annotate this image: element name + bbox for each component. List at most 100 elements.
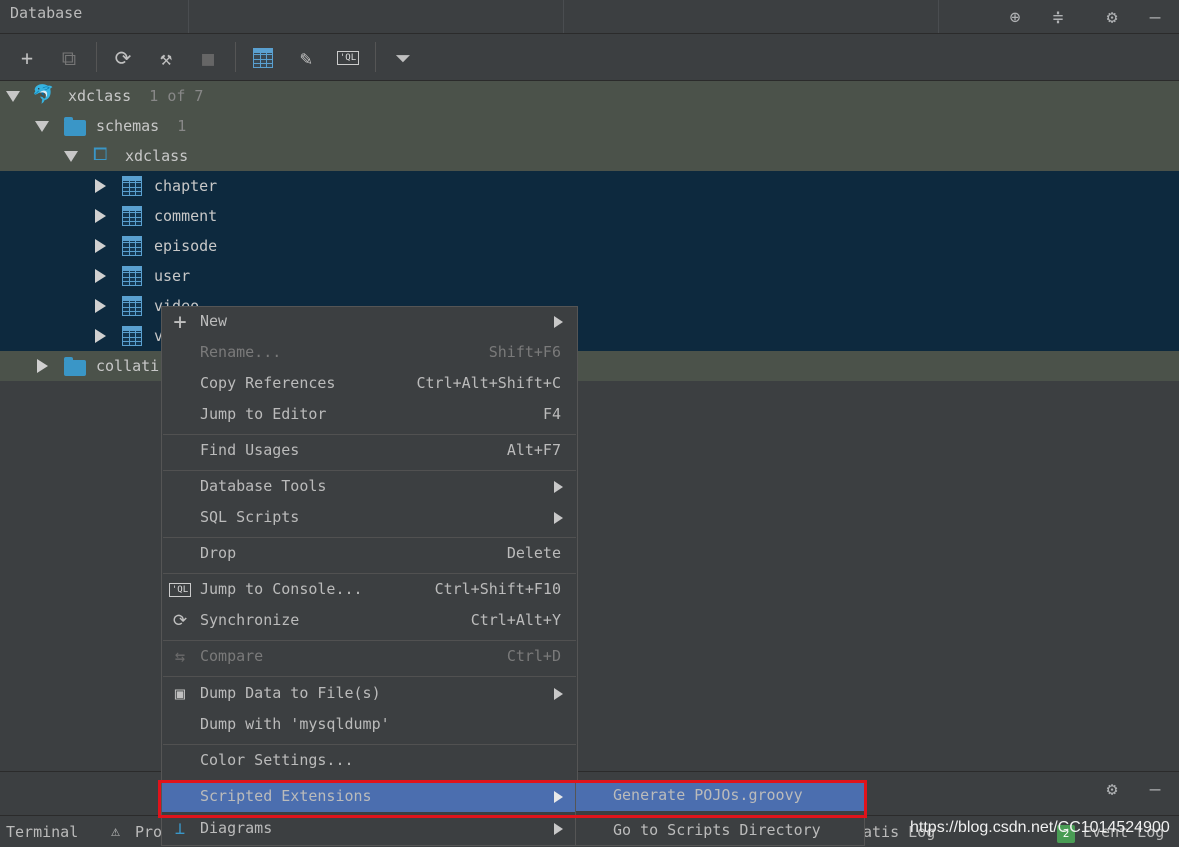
menu-item-new[interactable]: + New (162, 307, 577, 337)
collapse-arrow-icon[interactable] (95, 329, 106, 343)
menu-item-copy-references[interactable]: Copy References Ctrl+Alt+Shift+C (162, 369, 577, 399)
menu-item-rename[interactable]: Rename... Shift+F6 (162, 338, 577, 368)
refresh-icon: ⟳ (172, 611, 188, 631)
menu-shortcut: F4 (542, 405, 561, 423)
menu-item-color-settings[interactable]: Color Settings... (162, 746, 577, 776)
menu-item-jump-to-console[interactable]: 'QL Jump to Console... Ctrl+Shift+F10 (162, 575, 577, 605)
schemas-count: 1 (177, 117, 187, 135)
menu-label: Jump to Editor (200, 405, 327, 423)
refresh-icon[interactable]: ⟳ (110, 45, 136, 71)
table-editor-icon[interactable] (250, 45, 276, 71)
collapse-arrow-icon[interactable] (95, 179, 106, 193)
tree-node-table[interactable]: user (0, 261, 1179, 291)
menu-item-dump-mysqldump[interactable]: Dump with 'mysqldump' (162, 710, 577, 740)
tree-node-schema-xdclass[interactable]: ⧠ xdclass (0, 141, 1179, 171)
warning-icon: ⚠ (111, 822, 121, 840)
menu-label: SQL Scripts (200, 508, 300, 526)
toolbar-divider (96, 42, 97, 72)
watermark-text: https://blog.csdn.net/CC1014524900 (910, 819, 1170, 836)
menu-shortcut: Ctrl+D (506, 647, 561, 665)
locate-icon[interactable]: ⊕ (1004, 6, 1026, 28)
menu-separator (163, 537, 576, 538)
annotation-highlight-box (158, 780, 867, 818)
menu-label: Copy References (200, 374, 336, 392)
collapse-arrow-icon[interactable] (95, 269, 106, 283)
table-icon (122, 296, 142, 316)
menu-label: Rename... (200, 343, 282, 361)
add-icon[interactable]: + (14, 45, 40, 71)
menu-item-diagrams[interactable]: ⊥ Diagrams (162, 814, 577, 844)
menu-item-find-usages[interactable]: Find Usages Alt+F7 (162, 436, 577, 466)
problems-tab[interactable]: Pro (135, 823, 162, 841)
tree-node-datasource[interactable]: 🐬 xdclass 1 of 7 (0, 81, 1179, 111)
menu-label: Dump Data to File(s) (200, 684, 381, 702)
table-icon (122, 236, 142, 256)
table-icon (122, 176, 142, 196)
tree-node-table[interactable]: episode (0, 231, 1179, 261)
submenu-arrow-icon (554, 481, 563, 493)
data-source-properties-icon[interactable]: ⚒ (153, 45, 179, 71)
filter-icon[interactable]: ⏷ (390, 45, 416, 71)
mysql-dolphin-icon: 🐬 (32, 84, 55, 105)
diagram-icon: ⊥ (174, 819, 186, 839)
database-panel-header: Database ⊕ ≑ ⚙ — (0, 0, 1179, 34)
duplicate-icon[interactable]: ⧉ (56, 45, 82, 71)
menu-item-sql-scripts[interactable]: SQL Scripts (162, 503, 577, 533)
expand-arrow-icon[interactable] (35, 121, 49, 132)
menu-label: Jump to Console... (200, 580, 363, 598)
save-disk-icon: ▣ (174, 684, 186, 704)
menu-shortcut: Ctrl+Alt+Shift+C (416, 374, 562, 392)
collapse-arrow-icon[interactable] (95, 239, 106, 253)
menu-label: Drop (200, 544, 237, 562)
menu-shortcut: Ctrl+Alt+Y (470, 611, 561, 629)
expand-arrow-icon[interactable] (6, 91, 20, 102)
tree-node-label: schemas 1 (96, 117, 186, 135)
edit-icon[interactable]: ✎ (293, 45, 319, 71)
collapse-arrow-icon[interactable] (95, 209, 106, 223)
folder-icon (64, 117, 86, 136)
terminal-tab[interactable]: Terminal (6, 823, 78, 841)
header-divider (938, 0, 939, 33)
menu-item-drop[interactable]: Drop Delete (162, 539, 577, 569)
submenu-arrow-icon (554, 316, 563, 328)
minimize-icon[interactable]: — (1144, 778, 1166, 800)
datasource-count: 1 of 7 (149, 87, 204, 105)
menu-label: Synchronize (200, 611, 300, 629)
tree-node-table[interactable]: comment (0, 201, 1179, 231)
table-icon (122, 206, 142, 226)
header-divider (188, 0, 189, 33)
minimize-icon[interactable]: — (1144, 6, 1166, 28)
expand-arrow-icon[interactable] (64, 151, 78, 162)
collapse-arrow-icon[interactable] (37, 359, 48, 373)
tree-node-label: xdclass (125, 147, 189, 165)
menu-label: New (200, 312, 228, 330)
plus-icon: + (173, 309, 187, 335)
menu-item-dump-data[interactable]: ▣ Dump Data to File(s) (162, 679, 577, 709)
tree-node-schemas[interactable]: schemas 1 (0, 111, 1179, 141)
collapse-all-icon[interactable]: ≑ (1047, 6, 1069, 28)
table-name: user (154, 267, 191, 285)
menu-label: Dump with 'mysqldump' (200, 715, 390, 733)
menu-item-synchronize[interactable]: ⟳ Synchronize Ctrl+Alt+Y (162, 606, 577, 636)
header-divider (563, 0, 564, 33)
table-name: chapter (154, 177, 218, 195)
console-icon: 'QL (168, 580, 192, 600)
menu-item-database-tools[interactable]: Database Tools (162, 472, 577, 502)
collapse-arrow-icon[interactable] (95, 299, 106, 313)
menu-label: Find Usages (200, 441, 300, 459)
gear-icon[interactable]: ⚙ (1101, 778, 1123, 800)
menu-separator (163, 640, 576, 641)
gear-icon[interactable]: ⚙ (1101, 6, 1123, 28)
schema-icon: ⧠ (93, 144, 108, 165)
menu-label: Color Settings... (200, 751, 354, 769)
stop-icon[interactable]: ■ (195, 45, 221, 71)
folder-icon (64, 357, 86, 376)
tree-node-table[interactable]: chapter (0, 171, 1179, 201)
menu-shortcut: Alt+F7 (506, 441, 561, 459)
compare-icon: ⇆ (174, 647, 186, 667)
menu-item-compare[interactable]: ⇆ Compare Ctrl+D (162, 642, 577, 672)
menu-item-go-to-scripts-directory[interactable]: Go to Scripts Directory (576, 816, 864, 846)
console-icon[interactable]: 'QL (335, 45, 361, 71)
menu-separator (163, 744, 576, 745)
menu-item-jump-to-editor[interactable]: Jump to Editor F4 (162, 400, 577, 430)
